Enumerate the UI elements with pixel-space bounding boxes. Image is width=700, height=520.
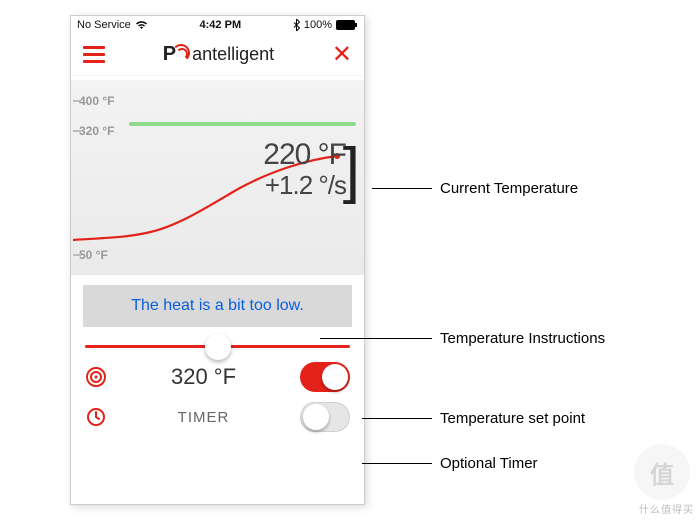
bracket-icon: ] xyxy=(343,136,360,206)
target-icon xyxy=(85,366,107,388)
wifi-icon xyxy=(135,20,148,30)
setpoint-slider[interactable] xyxy=(85,345,350,348)
setpoint-value: 320 °F xyxy=(117,364,290,390)
temperature-rate: +1.2 °/s xyxy=(263,170,346,201)
brand-logo: P antelligent xyxy=(163,43,274,66)
instruction-banner: The heat is a bit too low. xyxy=(83,285,352,327)
carrier-text: No Service xyxy=(77,19,131,31)
battery-text: 100% xyxy=(304,19,332,31)
annotation-setpoint: Temperature set point xyxy=(362,410,585,427)
timer-label: TIMER xyxy=(117,409,290,426)
slider-thumb[interactable] xyxy=(205,334,231,360)
annotation-instructions: Temperature Instructions xyxy=(320,330,605,347)
battery-icon xyxy=(336,20,358,30)
signal-icon xyxy=(174,46,192,64)
setpoint-toggle[interactable] xyxy=(300,362,350,392)
status-bar: No Service 4:42 PM 100% xyxy=(71,16,364,34)
annotation-current-temp: Current Temperature xyxy=(372,180,578,197)
watermark-badge: 值 xyxy=(634,444,690,500)
menu-button[interactable] xyxy=(83,46,105,63)
timer-row: TIMER xyxy=(71,392,364,432)
clock-text: 4:42 PM xyxy=(200,19,242,31)
close-button[interactable]: ✕ xyxy=(332,43,352,67)
nav-bar: P antelligent ✕ xyxy=(71,34,364,76)
timer-toggle[interactable] xyxy=(300,402,350,432)
temperature-readout: 220 °F +1.2 °/s xyxy=(263,138,346,201)
bluetooth-icon xyxy=(293,19,300,31)
annotation-timer: Optional Timer xyxy=(362,455,538,472)
brand-text: antelligent xyxy=(192,44,274,65)
clock-icon xyxy=(85,407,107,427)
phone-frame: No Service 4:42 PM 100% P antelligent ✕ … xyxy=(70,15,365,505)
instruction-text: The heat is a bit too low. xyxy=(131,297,304,315)
watermark-text: 什么值得买 xyxy=(639,501,694,516)
temperature-chart: 400 °F 320 °F 50 °F 220 °F +1.2 °/s ] xyxy=(71,80,364,275)
current-temperature: 220 °F xyxy=(263,138,346,172)
